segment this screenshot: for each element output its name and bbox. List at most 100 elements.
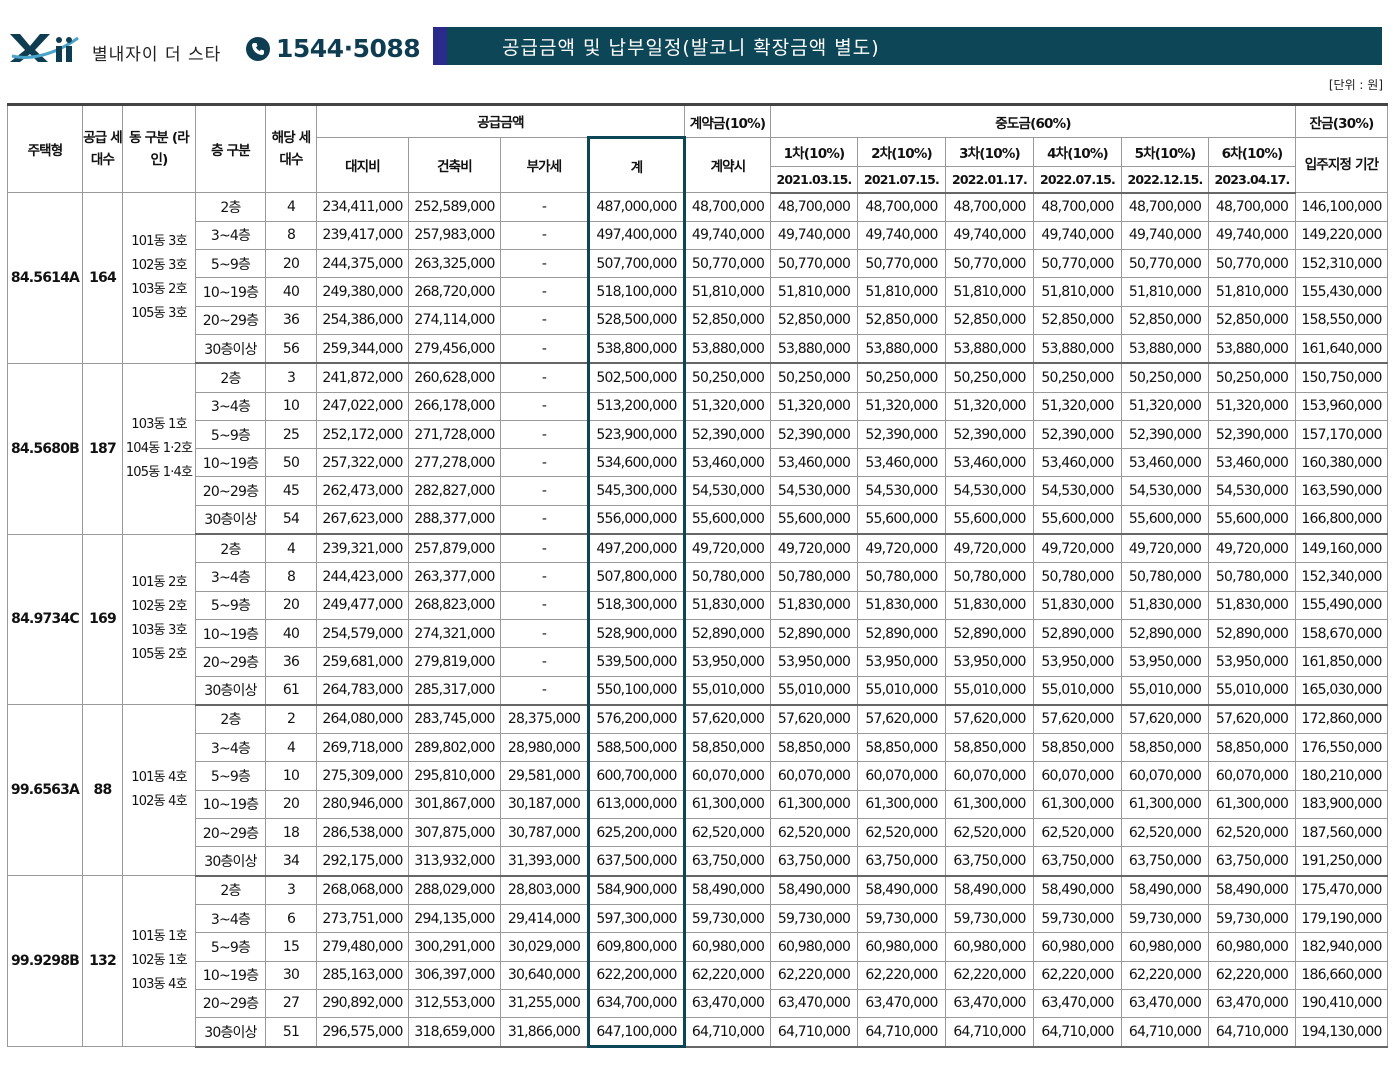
building-cost: 257,983,000 <box>408 220 501 251</box>
dong-line: 102동 3호 <box>131 257 187 273</box>
middle-installment-5: 52,390,000 <box>1121 419 1209 450</box>
building-cost: 263,325,000 <box>408 249 501 279</box>
middle-installment-5: 53,460,000 <box>1121 448 1209 478</box>
phone-number[interactable]: 1544·5088 <box>276 34 421 63</box>
middle-installment-5: 55,010,000 <box>1121 675 1209 706</box>
vat: - <box>500 562 589 592</box>
land-cost: 264,080,000 <box>316 704 409 735</box>
middle-installment-3: 64,710,000 <box>945 1017 1034 1048</box>
middle-installment-1: 52,390,000 <box>770 419 858 450</box>
middle-installment-5: 52,890,000 <box>1121 618 1209 649</box>
balance: 150,750,000 <box>1295 362 1388 393</box>
middle-installment-6: 50,250,000 <box>1208 362 1296 393</box>
middle-installment-1: 55,600,000 <box>770 504 858 536</box>
balance: 152,310,000 <box>1295 249 1388 279</box>
land-cost: 275,309,000 <box>316 761 409 791</box>
contract-deposit: 51,320,000 <box>684 391 771 421</box>
floor-range: 2층 <box>195 192 266 222</box>
middle-installment-4: 51,830,000 <box>1033 590 1122 620</box>
building-cost: 283,745,000 <box>408 704 501 735</box>
balance: 186,660,000 <box>1295 960 1388 990</box>
middle-installment-6: 60,980,000 <box>1208 932 1296 962</box>
contract-deposit: 63,470,000 <box>684 988 771 1019</box>
unit-count: 54 <box>265 504 317 536</box>
vat: - <box>500 249 589 279</box>
total-price: 539,500,000 <box>587 647 686 677</box>
building-cost: 294,135,000 <box>408 903 501 934</box>
middle-installment-1: 52,850,000 <box>770 305 858 335</box>
building-cost: 271,728,000 <box>408 419 501 450</box>
balance: 163,590,000 <box>1295 476 1388 506</box>
middle-installment-1: 49,740,000 <box>770 220 858 251</box>
balance: 160,380,000 <box>1295 448 1388 478</box>
middle-installment-1: 53,880,000 <box>770 333 858 365</box>
vat: 30,029,000 <box>500 932 589 962</box>
building-cost: 318,659,000 <box>408 1017 501 1048</box>
land-cost: 290,892,000 <box>316 988 409 1019</box>
balance: 179,190,000 <box>1295 903 1388 934</box>
balance: 152,340,000 <box>1295 562 1388 592</box>
col-contract: 계약금(10%) <box>684 103 771 138</box>
col-total: 계 <box>587 136 686 193</box>
unit-note: [단위 : 원] <box>1328 78 1383 92</box>
middle-installment-4: 64,710,000 <box>1033 1017 1122 1048</box>
floor-range: 5~9층 <box>195 761 266 791</box>
floor-range: 3~4층 <box>195 733 266 763</box>
middle-installment-6: 57,620,000 <box>1208 704 1296 735</box>
middle-installment-3: 50,770,000 <box>945 249 1034 279</box>
contract-deposit: 52,890,000 <box>684 618 771 649</box>
middle-installment-4: 53,460,000 <box>1033 448 1122 478</box>
unit-count: 20 <box>265 249 317 279</box>
total-price: 528,500,000 <box>587 305 686 335</box>
supply-units: 164 <box>82 192 123 364</box>
total-price: 550,100,000 <box>587 675 686 706</box>
balance: 180,210,000 <box>1295 761 1388 791</box>
vat: - <box>500 333 589 365</box>
balance: 172,860,000 <box>1295 704 1388 735</box>
middle-installment-6: 54,530,000 <box>1208 476 1296 506</box>
middle-installment-2: 51,830,000 <box>857 590 946 620</box>
floor-range: 2층 <box>195 533 266 564</box>
dong-line: 103동 2호 <box>131 281 187 297</box>
building-cost: 282,827,000 <box>408 476 501 506</box>
table-row: 5~9층 20 244,375,000 263,325,000-507,700,000… <box>8 249 1388 279</box>
contract-deposit: 61,300,000 <box>684 789 771 820</box>
unit-count: 20 <box>265 789 317 820</box>
middle-installment-4: 50,780,000 <box>1033 562 1122 592</box>
middle-installment-2: 48,700,000 <box>857 192 946 222</box>
unit-count: 4 <box>265 192 317 222</box>
land-cost: 244,375,000 <box>316 249 409 279</box>
col-installment-4: 4차(10%) <box>1033 137 1122 167</box>
vat: - <box>500 590 589 620</box>
floor-range: 30층이상 <box>195 846 266 877</box>
table-row: 10~19층 40 249,380,000 268,720,000-518,100,0… <box>8 277 1388 307</box>
balance: 157,170,000 <box>1295 419 1388 450</box>
col-installment-2: 2차(10%) <box>857 137 946 167</box>
total-price: 507,800,000 <box>587 562 686 592</box>
building-cost: 288,377,000 <box>408 504 501 536</box>
middle-installment-1: 60,980,000 <box>770 932 858 962</box>
middle-installment-5: 50,780,000 <box>1121 562 1209 592</box>
building-cost: 260,628,000 <box>408 362 501 393</box>
middle-installment-2: 62,220,000 <box>857 960 946 990</box>
vat: 30,187,000 <box>500 789 589 820</box>
contract-deposit: 64,710,000 <box>684 1017 771 1048</box>
contract-deposit: 62,520,000 <box>684 818 771 848</box>
middle-installment-2: 54,530,000 <box>857 476 946 506</box>
land-cost: 296,575,000 <box>316 1017 409 1048</box>
balance: 191,250,000 <box>1295 846 1388 877</box>
dong-line: 105동 2호 <box>131 647 187 663</box>
phone-icon <box>246 36 270 61</box>
col-date-5: 2022.12.15. <box>1121 166 1209 194</box>
middle-installment-5: 50,250,000 <box>1121 362 1209 393</box>
building-cost: 263,377,000 <box>408 562 501 592</box>
land-cost: 252,172,000 <box>316 419 409 450</box>
middle-installment-3: 55,600,000 <box>945 504 1034 536</box>
middle-installment-1: 50,780,000 <box>770 562 858 592</box>
brand-name: 별내자이 더 스타 <box>92 45 222 65</box>
vat: - <box>500 362 589 393</box>
floor-range: 5~9층 <box>195 249 266 279</box>
middle-installment-6: 53,880,000 <box>1208 333 1296 365</box>
table-row: 99.9298B 132 101동 1호 102동 1호 103동 4호 2층 3 268,0… <box>7 875 1388 1048</box>
middle-installment-6: 59,730,000 <box>1208 903 1296 934</box>
